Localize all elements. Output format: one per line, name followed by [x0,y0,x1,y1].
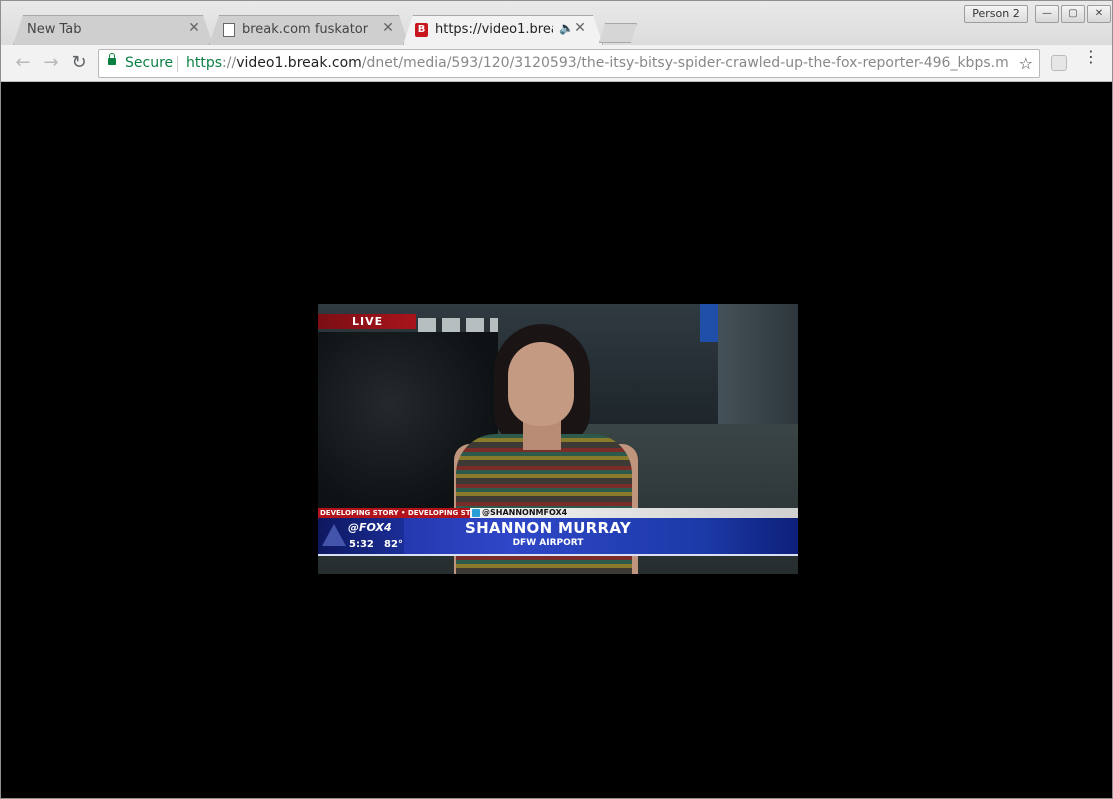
ticker-text: DEVELOPING STORY • DEVELOPING STORY [320,509,470,517]
reporter-location: DFW AIRPORT [512,538,584,548]
divider [177,56,178,72]
close-tab-icon[interactable]: ✕ [381,21,395,35]
time-readout: 5:32 [349,539,374,550]
address-bar[interactable]: Secure https://video1.break.com/dnet/med… [98,49,1040,78]
tab-title: break.com fuskator [242,22,369,37]
twitter-handle: @SHANNONMFOX4 [482,508,568,517]
url-separator: :// [222,55,237,71]
station-panel: @FOX4 5:32 82° [318,518,404,554]
twitter-icon [472,509,480,517]
tab-title: https://video1.break [435,22,553,37]
live-badge: LIVE [318,314,416,329]
bookmark-star-icon[interactable]: ☆ [1019,50,1033,77]
menu-icon[interactable]: ⋮ [1083,49,1099,72]
maximize-icon[interactable]: ▢ [1061,5,1085,23]
reload-button[interactable]: ↻ [68,52,90,74]
tab-break-fuskator[interactable]: break.com fuskator ✕ [209,15,409,45]
back-button[interactable]: ← [12,52,34,74]
extension-icon[interactable] [1051,55,1067,71]
page-content: LIVE DEVELOPING STORY • DEVELOPING STORY… [6,82,1109,795]
url-text[interactable]: https://video1.break.com/dnet/media/593/… [186,50,1009,77]
url-path: /dnet/media/593/120/3120593/the-itsy-bit… [361,55,1009,71]
temperature-readout: 82° [384,539,403,550]
lower-third: @FOX4 5:32 82° SHANNON MURRAY DFW AIRPOR… [318,518,798,556]
lock-icon[interactable] [108,53,116,65]
break-favicon-icon: B [415,23,428,37]
pillar [718,304,798,424]
tab-strip: New Tab ✕ break.com fuskator ✕ B https:/… [1,1,1112,45]
reporter-name: SHANNON MURRAY [464,519,632,537]
ticker-bar: DEVELOPING STORY • DEVELOPING STORY [318,508,470,518]
browser-window: New Tab ✕ break.com fuskator ✕ B https:/… [0,0,1113,799]
tab-title: New Tab [27,22,82,37]
audio-playing-icon[interactable]: 🔈 [559,21,574,35]
secure-label[interactable]: Secure [125,50,173,77]
minimize-icon[interactable]: — [1035,5,1059,23]
new-tab-button[interactable] [599,23,637,43]
url-scheme: https [186,55,223,71]
toolbar: ← → ↻ Secure https://video1.break.com/dn… [1,45,1112,82]
tab-video-active[interactable]: B https://video1.break 🔈 ✕ [403,15,603,45]
profile-button[interactable]: Person 2 [964,5,1028,23]
url-host: video1.break.com [236,55,362,71]
forward-button[interactable]: → [40,52,62,74]
reporter-face [508,342,574,426]
live-label: LIVE [352,315,384,328]
document-icon [223,23,235,37]
close-tab-icon[interactable]: ✕ [187,21,201,35]
close-tab-icon[interactable]: ✕ [573,21,587,35]
tab-new-tab[interactable]: New Tab ✕ [13,15,213,45]
chevron-icon [322,524,346,546]
station-logo: @FOX4 [348,521,392,534]
video-player[interactable]: LIVE DEVELOPING STORY • DEVELOPING STORY… [318,304,798,574]
twitter-handle-bar: @SHANNONMFOX4 [470,508,798,518]
close-window-icon[interactable]: ✕ [1087,5,1111,23]
